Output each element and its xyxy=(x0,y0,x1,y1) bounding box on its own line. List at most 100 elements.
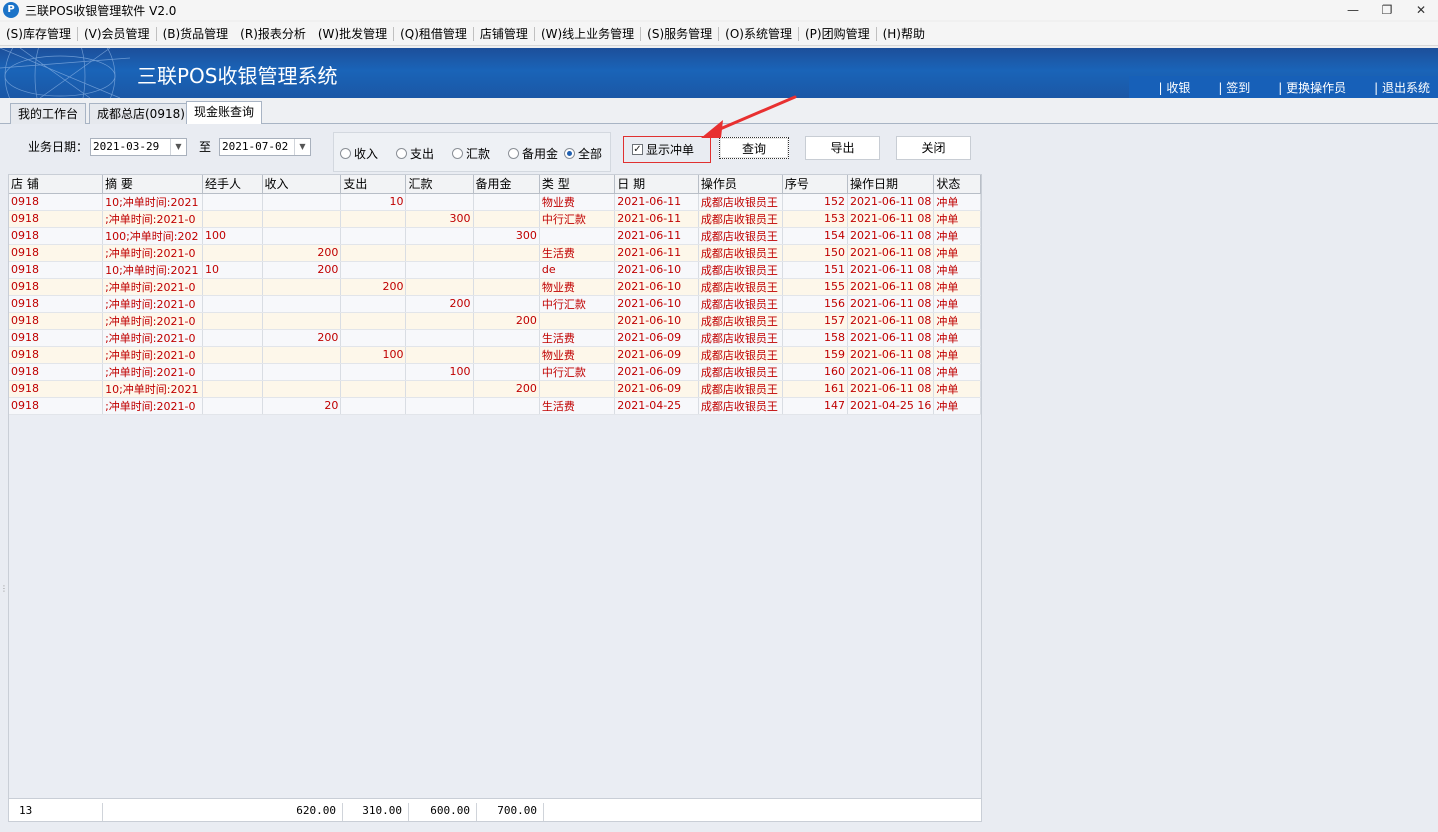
table-cell: 成都店收银员王 xyxy=(698,380,783,398)
table-row[interactable]: 0918 10;冲单时间:2021 200 2021-06-09 成都店收银员王 161 2… xyxy=(9,380,981,398)
table-row[interactable]: 0918 ;冲单时间:2021-0 200 2021-06-10 成都店收银员王 157 2… xyxy=(9,312,981,330)
tab-cash-ledger[interactable]: 现金账查询 xyxy=(186,101,263,125)
table-row[interactable]: 0918 ;冲单时间:2021-0 200 中行汇款 2021-06-10 成都店收银员王… xyxy=(9,295,981,313)
column-header[interactable]: 店 铺 xyxy=(9,175,104,194)
summary-reserve: 700.00 xyxy=(477,803,544,821)
table-cell: 155 xyxy=(782,278,848,296)
table-cell: 冲单 xyxy=(933,363,981,381)
table-cell: 0918 xyxy=(9,210,104,228)
table-cell xyxy=(405,261,474,279)
table-cell: 157 xyxy=(782,312,848,330)
table-cell: ;冲单时间:2021-0 xyxy=(102,363,204,381)
table-cell: 2021-06-11 08 xyxy=(847,227,935,245)
table-row[interactable]: 0918 ;冲单时间:2021-0 100 中行汇款 2021-06-09 成都店收银员王… xyxy=(9,363,981,381)
title-bar: P 三联POS收银管理软件 V2.0 — ❐ ✕ xyxy=(0,0,1438,20)
radio-icon xyxy=(396,148,407,159)
table-row[interactable]: 0918 ;冲单时间:2021-0 300 中行汇款 2021-06-11 成都店收银员王… xyxy=(9,210,981,228)
cash-ledger-panel: 业务日期： 2021-03-29 ▼ 至 2021-07-02 ▼ 收入 支出 … xyxy=(0,95,1438,832)
table-cell: 2021-06-11 08 xyxy=(847,244,935,262)
table-row[interactable]: 0918 ;冲单时间:2021-0 200 物业费 2021-06-10 成都店收银员王 1… xyxy=(9,278,981,296)
column-header[interactable]: 类 型 xyxy=(539,175,616,194)
table-cell xyxy=(340,227,407,245)
table-cell: 2021-06-11 08 xyxy=(847,278,935,296)
column-header[interactable]: 操作日期 xyxy=(847,175,935,194)
table-cell: 100 xyxy=(202,227,263,245)
menu-member[interactable]: (V)会员管理 xyxy=(78,22,156,46)
table-cell: 冲单 xyxy=(933,295,981,313)
date-from-picker[interactable]: 2021-03-29 ▼ xyxy=(90,138,187,156)
summary-expense: 310.00 xyxy=(343,803,409,821)
table-cell: 156 xyxy=(782,295,848,313)
column-header[interactable]: 备用金 xyxy=(473,175,540,194)
cashier-link[interactable]: | 收银 xyxy=(1139,79,1199,96)
menu-inventory[interactable]: (S)库存管理 xyxy=(0,22,77,46)
table-cell xyxy=(340,312,407,330)
table-row[interactable]: 0918 10;冲单时间:2021 10 200 de 2021-06-10 成都店收银员王… xyxy=(9,261,981,279)
menu-reports[interactable]: (R)报表分析 xyxy=(234,22,312,46)
checkin-link[interactable]: | 签到 xyxy=(1198,79,1258,96)
table-row[interactable]: 0918 ;冲单时间:2021-0 20 生活费 2021-04-25 成都店收银员王 14… xyxy=(9,397,981,415)
menu-online[interactable]: (W)线上业务管理 xyxy=(535,22,640,46)
table-cell: 生活费 xyxy=(539,244,616,262)
radio-all[interactable]: 全部 xyxy=(564,145,602,162)
table-cell: 154 xyxy=(782,227,848,245)
app-logo-icon: P xyxy=(3,2,19,18)
export-button[interactable]: 导出 xyxy=(805,136,880,160)
table-cell xyxy=(340,244,407,262)
splitter-grip-icon[interactable]: ⋮ xyxy=(0,584,8,600)
column-header[interactable]: 收入 xyxy=(262,175,342,194)
column-header[interactable]: 日 期 xyxy=(614,175,699,194)
table-cell: 161 xyxy=(782,380,848,398)
menu-rental[interactable]: (Q)租借管理 xyxy=(394,22,473,46)
table-cell: 2021-06-09 xyxy=(614,346,699,364)
restore-icon[interactable]: ❐ xyxy=(1370,0,1404,20)
column-header[interactable]: 序号 xyxy=(782,175,848,194)
column-header[interactable]: 摘 要 xyxy=(102,175,204,194)
radio-reserve[interactable]: 备用金 xyxy=(508,145,558,162)
menu-help[interactable]: (H)帮助 xyxy=(877,22,931,46)
menu-service[interactable]: (S)服务管理 xyxy=(641,22,718,46)
ledger-data-table: 店 铺摘 要经手人 收入 支出 汇款 备用金类 型日 期操作员 序号 操作日期 状态 0918… xyxy=(9,175,981,415)
tab-chengdu-store[interactable]: 成都总店(0918) xyxy=(89,103,193,124)
menu-groupbuy[interactable]: (P)团购管理 xyxy=(799,22,876,46)
table-cell: 冲单 xyxy=(933,244,981,262)
table-row[interactable]: 0918 10;冲单时间:2021 10 物业费 2021-06-11 成都店收银员王 15… xyxy=(9,193,981,211)
table-cell xyxy=(473,363,540,381)
table-cell: 153 xyxy=(782,210,848,228)
table-row[interactable]: 0918 ;冲单时间:2021-0 200 生活费 2021-06-11 成都店收银员王 1… xyxy=(9,244,981,262)
type-radio-group: 收入 支出 汇款 备用金 全部 xyxy=(333,132,611,172)
table-cell: 300 xyxy=(473,227,540,245)
menu-wholesale[interactable]: (W)批发管理 xyxy=(312,22,393,46)
table-cell xyxy=(262,193,342,211)
table-row[interactable]: 0918 ;冲单时间:2021-0 200 生活费 2021-06-09 成都店收银员王 1… xyxy=(9,329,981,347)
table-cell xyxy=(340,397,407,415)
date-to-picker[interactable]: 2021-07-02 ▼ xyxy=(219,138,311,156)
table-cell: 成都店收银员王 xyxy=(698,346,783,364)
summary-income: 620.00 xyxy=(103,803,343,821)
radio-remit[interactable]: 汇款 xyxy=(452,145,490,162)
table-cell: 2021-06-11 08 xyxy=(847,312,935,330)
exit-system-link[interactable]: | 退出系统 xyxy=(1354,79,1438,96)
radio-income[interactable]: 收入 xyxy=(340,145,378,162)
column-header[interactable]: 经手人 xyxy=(202,175,263,194)
minimize-icon[interactable]: — xyxy=(1336,0,1370,20)
switch-operator-link[interactable]: | 更换操作员 xyxy=(1258,79,1354,96)
chevron-down-icon[interactable]: ▼ xyxy=(170,139,186,155)
close-button[interactable]: 关闭 xyxy=(896,136,971,160)
table-row[interactable]: 0918 100;冲单时间:202 100 300 2021-06-11 成都店收银员王 1… xyxy=(9,227,981,245)
column-header[interactable]: 支出 xyxy=(340,175,407,194)
column-header[interactable]: 汇款 xyxy=(405,175,474,194)
chevron-down-icon[interactable]: ▼ xyxy=(294,139,310,155)
column-header[interactable]: 状态 xyxy=(933,175,981,194)
radio-expense[interactable]: 支出 xyxy=(396,145,434,162)
menu-store[interactable]: 店铺管理 xyxy=(474,22,534,46)
column-header[interactable]: 操作员 xyxy=(698,175,783,194)
menu-goods[interactable]: (B)货品管理 xyxy=(157,22,235,46)
table-cell: 2021-06-10 xyxy=(614,295,699,313)
table-cell: 2021-06-11 08 xyxy=(847,329,935,347)
tab-workbench[interactable]: 我的工作台 xyxy=(10,103,87,124)
table-cell: 冲单 xyxy=(933,397,981,415)
table-row[interactable]: 0918 ;冲单时间:2021-0 100 物业费 2021-06-09 成都店收银员王 1… xyxy=(9,346,981,364)
menu-system[interactable]: (O)系统管理 xyxy=(719,22,798,46)
close-window-icon[interactable]: ✕ xyxy=(1404,0,1438,20)
